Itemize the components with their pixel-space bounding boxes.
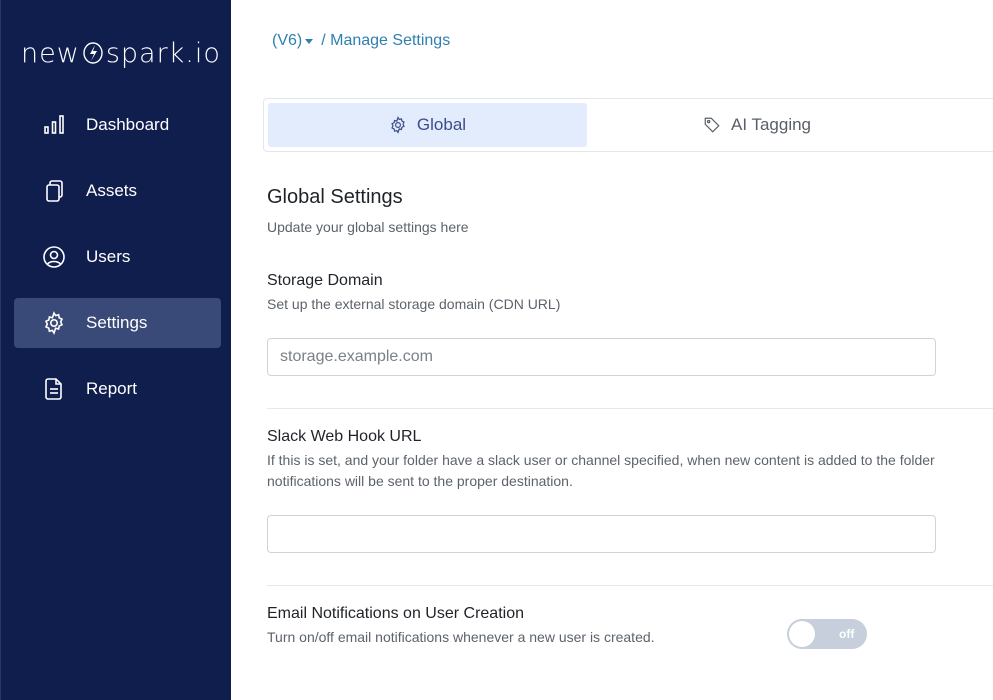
divider <box>267 408 993 409</box>
bolt-icon <box>82 40 104 66</box>
gear-icon <box>389 116 407 134</box>
sidebar-item-label: Assets <box>86 181 138 200</box>
sidebar-item-label: Settings <box>86 313 148 332</box>
document-icon <box>42 377 66 401</box>
version-dropdown[interactable]: (V6) <box>272 32 315 50</box>
sidebar-item-label: Dashboard <box>86 115 170 134</box>
storage-domain-label: Storage Domain <box>267 272 383 289</box>
user-circle-icon <box>42 245 66 269</box>
email-notifications-label: Email Notifications on User Creation <box>267 605 524 622</box>
divider <box>267 585 993 586</box>
slack-webhook-description: If this is set, and your folder have a s… <box>267 452 935 489</box>
storage-domain-input[interactable] <box>267 338 936 376</box>
tab-global[interactable]: Global <box>268 103 587 147</box>
section-subtitle: Update your global settings here <box>267 219 469 235</box>
settings-tabs: Global AI Tagging <box>263 98 993 152</box>
toggle-knob <box>789 621 815 647</box>
sidebar-item-dashboard[interactable]: Dashboard <box>14 100 221 150</box>
tag-icon <box>703 116 721 134</box>
slack-webhook-label: Slack Web Hook URL <box>267 428 422 445</box>
sidebar-item-users[interactable]: Users <box>14 232 221 282</box>
slack-webhook-input[interactable] <box>267 515 936 553</box>
logo-text-right: spark.io <box>105 37 221 69</box>
chevron-down-icon <box>305 38 314 44</box>
copy-icon <box>42 179 66 203</box>
sidebar-item-label: Report <box>86 379 138 398</box>
sidebar-item-report[interactable]: Report <box>14 364 221 414</box>
sidebar-item-settings[interactable]: Settings <box>14 298 221 348</box>
toggle-state-text: off <box>839 627 855 641</box>
sidebar-item-label: Users <box>86 247 131 266</box>
logo[interactable]: new spark.io <box>21 36 221 70</box>
storage-domain-description: Set up the external storage domain (CDN … <box>267 296 561 312</box>
section-title: Global Settings <box>267 186 403 208</box>
breadcrumb-page[interactable]: / Manage Settings <box>321 32 450 50</box>
gear-icon <box>42 311 66 335</box>
bar-chart-icon <box>42 113 66 137</box>
tab-label: Global <box>416 115 467 134</box>
email-notifications-toggle[interactable]: off <box>787 619 867 649</box>
breadcrumb: (V6) / Manage Settings <box>272 32 450 50</box>
logo-text-left: new <box>21 37 80 69</box>
tab-label: AI Tagging <box>730 115 812 134</box>
sidebar-item-assets[interactable]: Assets <box>14 166 221 216</box>
sidebar: new spark.io Dashboard Assets Users Sett… <box>0 0 231 700</box>
version-label: (V6) <box>272 32 303 49</box>
tab-ai-tagging[interactable]: AI Tagging <box>587 103 927 147</box>
